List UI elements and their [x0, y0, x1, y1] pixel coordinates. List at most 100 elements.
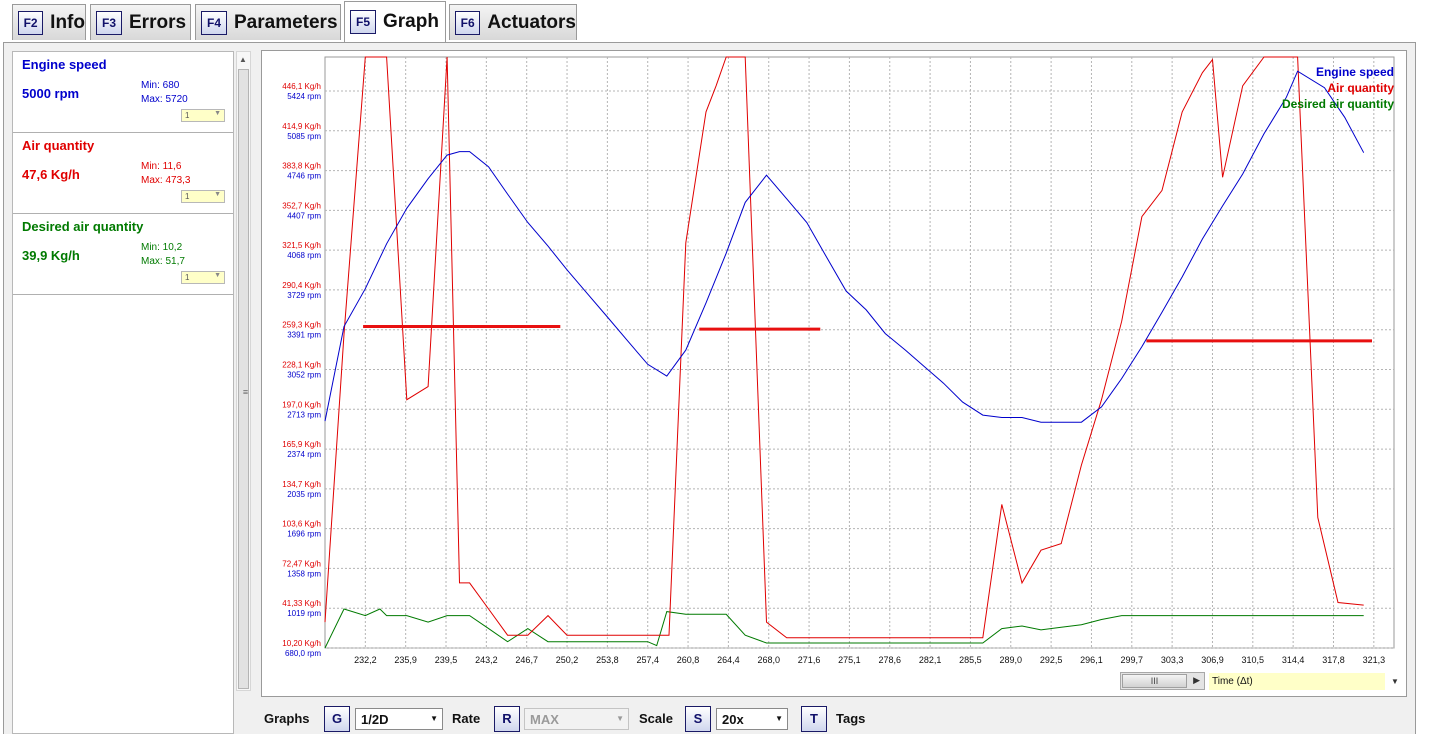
- y-tick-label-air: 414,9 Kg/h: [282, 122, 321, 131]
- tab-errors[interactable]: F3 Errors: [90, 4, 191, 40]
- y-tick-label-rpm: 3729 rpm: [287, 291, 321, 300]
- sensor-axis-select[interactable]: 1 ▼: [181, 190, 225, 203]
- sensor-air-quantity[interactable]: Air quantity 47,6 Kg/h Min: 11,6 Max: 47…: [13, 133, 233, 214]
- x-tick-label: 285,5: [959, 655, 982, 665]
- tab-actuators[interactable]: F6 Actuators: [449, 4, 577, 40]
- sensor-min: Min: 11,6: [141, 161, 182, 172]
- y-tick-label-air: 352,7 Kg/h: [282, 201, 321, 210]
- x-tick-label: 250,2: [556, 655, 579, 665]
- rate-label: Rate: [452, 711, 481, 726]
- graphs-label: Graphs: [264, 711, 310, 726]
- sensor-axis-select[interactable]: 1 ▼: [181, 109, 225, 122]
- scale-select[interactable]: 20x ▼: [716, 708, 788, 730]
- sensor-engine-speed[interactable]: Engine speed 5000 rpm Min: 680 Max: 5720…: [13, 52, 233, 133]
- x-tick-label: 232,2: [354, 655, 377, 665]
- y-tick-label-rpm: 1019 rpm: [287, 609, 321, 618]
- graphs-select[interactable]: 1/2D ▼: [355, 708, 443, 730]
- tab-key-f4: F4: [201, 10, 227, 35]
- chevron-down-icon: ▼: [616, 714, 624, 723]
- y-tick-label-rpm: 1696 rpm: [287, 530, 321, 539]
- sensor-desired-air-quantity[interactable]: Desired air quantity 39,9 Kg/h Min: 10,2…: [13, 214, 233, 295]
- sensor-list-panel: Engine speed 5000 rpm Min: 680 Max: 5720…: [12, 51, 234, 734]
- chevron-down-icon: ▼: [214, 191, 221, 198]
- y-tick-label-air: 321,5 Kg/h: [282, 241, 321, 250]
- scroll-right-arrow-icon[interactable]: ▶: [1193, 675, 1200, 686]
- tab-key-f2: F2: [18, 10, 44, 35]
- x-tick-label: 253,8: [596, 655, 619, 665]
- x-tick-label: 292,5: [1040, 655, 1063, 665]
- y-tick-label-air: 103,6 Kg/h: [282, 520, 321, 529]
- scale-hotkey[interactable]: S: [685, 706, 711, 732]
- tab-label-parameters: Parameters: [234, 11, 338, 33]
- tab-key-f5: F5: [350, 10, 376, 34]
- y-tick-label-air: 72,47 Kg/h: [282, 559, 321, 568]
- rate-select[interactable]: MAX ▼: [524, 708, 629, 730]
- y-tick-label-rpm: 680,0 rpm: [285, 649, 321, 658]
- legend-entry: Engine speed: [1316, 65, 1394, 79]
- x-tick-label: 235,9: [394, 655, 417, 665]
- y-tick-label-rpm: 2374 rpm: [287, 450, 321, 459]
- sensor-name: Desired air quantity: [22, 219, 144, 234]
- tab-label-actuators: Actuators: [487, 11, 576, 33]
- sensor-value: 39,9 Kg/h: [22, 248, 80, 263]
- x-tick-label: 264,4: [717, 655, 740, 665]
- x-tick-label: 303,3: [1161, 655, 1184, 665]
- x-tick-label: 299,7: [1121, 655, 1144, 665]
- tab-bar: F2 Info F3 Errors F4 Parameters F5 Graph…: [0, 0, 1429, 42]
- x-tick-label: 275,1: [838, 655, 861, 665]
- y-tick-label-air: 165,9 Kg/h: [282, 440, 321, 449]
- graph-area[interactable]: 446,1 Kg/h 5424 rpm 414,9 Kg/h 5085 rpm 383,…: [261, 50, 1407, 697]
- tab-parameters[interactable]: F4 Parameters: [195, 4, 341, 40]
- x-tick-label: 306,9: [1201, 655, 1224, 665]
- y-tick-label-rpm: 2713 rpm: [287, 410, 321, 419]
- sensor-min: Min: 680: [141, 80, 180, 91]
- y-tick-label-rpm: 5085 rpm: [287, 132, 321, 141]
- x-tick-label: 310,5: [1242, 655, 1265, 665]
- tab-key-f6: F6: [455, 10, 481, 35]
- plot-area: [324, 56, 1395, 649]
- y-tick-label-rpm: 3391 rpm: [287, 331, 321, 340]
- scale-select-value: 20x: [722, 712, 744, 727]
- y-tick-label-air: 383,8 Kg/h: [282, 162, 321, 171]
- sensor-value: 5000 rpm: [22, 86, 80, 101]
- x-tick-label: 278,6: [878, 655, 901, 665]
- x-axis-label: Time (Δt): [1212, 676, 1253, 687]
- graph-controls: Graphs G 1/2D ▼ Rate R MAX ▼ Scale S 20x ▼ …: [264, 705, 964, 733]
- sensor-max: Max: 473,3: [141, 175, 191, 186]
- y-tick-label-rpm: 2035 rpm: [287, 490, 321, 499]
- y-tick-label-air: 41,33 Kg/h: [282, 599, 321, 608]
- sensor-value: 47,6 Kg/h: [22, 167, 80, 182]
- axis-select-value: 1: [185, 111, 190, 120]
- x-tick-label: 260,8: [677, 655, 700, 665]
- tab-graph[interactable]: F5 Graph: [344, 1, 446, 42]
- x-tick-label: 246,7: [515, 655, 538, 665]
- x-tick-label: 321,3: [1363, 655, 1386, 665]
- rate-hotkey[interactable]: R: [494, 706, 520, 732]
- y-tick-label-air: 10,20 Kg/h: [282, 639, 321, 648]
- y-tick-label-rpm: 4746 rpm: [287, 172, 321, 181]
- y-tick-label-rpm: 4407 rpm: [287, 211, 321, 220]
- chevron-down-icon: ▼: [430, 714, 438, 723]
- scrollbar-thumb[interactable]: III: [1122, 674, 1187, 688]
- tags-hotkey[interactable]: T: [801, 706, 827, 732]
- x-tick-label: 314,4: [1282, 655, 1305, 665]
- tab-label-errors: Errors: [129, 11, 187, 33]
- rate-select-value: MAX: [530, 712, 559, 727]
- x-tick-label: 268,0: [757, 655, 780, 665]
- x-tick-label: 317,8: [1322, 655, 1345, 665]
- time-scrollbar[interactable]: III ▶: [1120, 672, 1205, 690]
- sensor-name: Engine speed: [22, 57, 107, 72]
- graphs-hotkey[interactable]: G: [324, 706, 350, 732]
- sensor-axis-select[interactable]: 1 ▼: [181, 271, 225, 284]
- y-tick-label-air: 446,1 Kg/h: [282, 82, 321, 91]
- x-axis-selector[interactable]: Time (Δt): [1209, 673, 1385, 690]
- chevron-down-icon[interactable]: ▼: [1391, 677, 1399, 686]
- scroll-up-arrow-icon[interactable]: ▲: [239, 55, 247, 64]
- y-tick-label-air: 197,0 Kg/h: [282, 400, 321, 409]
- tab-info[interactable]: F2 Info: [12, 4, 86, 40]
- chevron-down-icon: ▼: [775, 714, 783, 723]
- y-tick-label-air: 259,3 Kg/h: [282, 321, 321, 330]
- sensor-list-scrollbar[interactable]: ▲ ≡: [236, 51, 251, 691]
- scrollbar-thumb[interactable]: ≡: [238, 69, 249, 689]
- y-tick-label-air: 228,1 Kg/h: [282, 361, 321, 370]
